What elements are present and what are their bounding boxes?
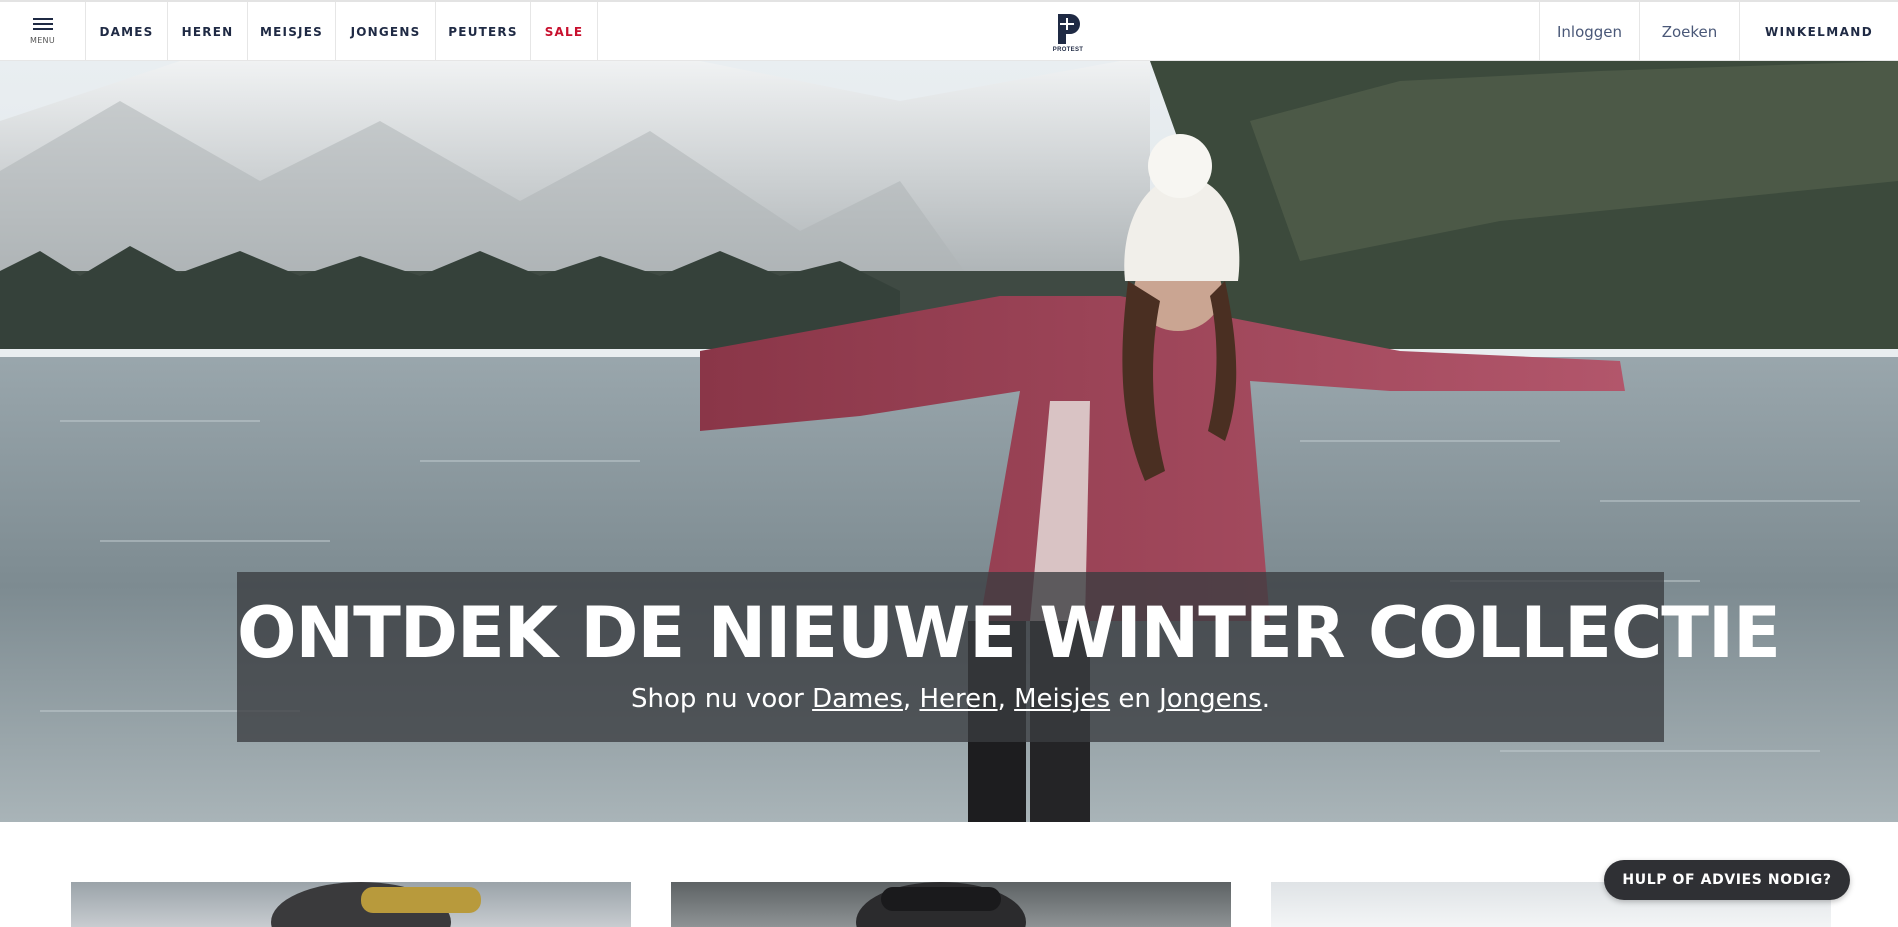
category-card-1[interactable] [71,882,631,927]
help-advice-button[interactable]: HULP OF ADVIES NODIG? [1604,860,1850,900]
nav-dames-label: DAMES [99,24,154,39]
protest-logo[interactable]: PROTEST [1053,12,1083,54]
search-label: Zoeken [1661,22,1718,41]
nav-peuters-label: PEUTERS [448,24,518,39]
hamburger-icon [32,18,53,33]
menu-button[interactable]: MENU [0,2,86,61]
nav-sale-label: SALE [544,24,584,39]
hero-sep-3: en [1110,684,1160,714]
category-card-2[interactable] [671,882,1231,927]
nav-heren[interactable]: HEREN [168,2,248,61]
nav-peuters[interactable]: PEUTERS [436,2,531,61]
hero-link-dames[interactable]: Dames [812,684,903,714]
hero-sub-suffix: . [1261,684,1270,714]
hero-subtitle: Shop nu voor Dames, Heren, Meisjes en Jo… [237,684,1664,714]
nav-dames[interactable]: DAMES [86,2,168,61]
nav-meisjes-label: MEISJES [260,24,323,39]
nav-meisjes[interactable]: MEISJES [248,2,336,61]
menu-label: MENU [30,36,55,45]
card-image-2 [856,882,1026,927]
hero-link-heren[interactable]: Heren [919,684,997,714]
nav-jongens-label: JONGENS [350,24,421,39]
hero-sep-2: , [997,684,1015,714]
site-header: MENU DAMES HEREN MEISJES JONGENS PEUTERS… [0,2,1898,61]
nav-sale[interactable]: SALE [531,2,598,61]
search-link[interactable]: Zoeken [1639,2,1739,61]
hero-title: ONTDEK DE NIEUWE WINTER COLLECTIE [237,592,1781,674]
nav-heren-label: HEREN [181,24,234,39]
hero-link-jongens[interactable]: Jongens [1159,684,1262,714]
hero-banner[interactable]: ONTDEK DE NIEUWE WINTER COLLECTIE Shop n… [0,61,1898,822]
logo-text: PROTEST [1052,47,1084,53]
hero-link-meisjes[interactable]: Meisjes [1014,684,1110,714]
hero-sep-1: , [902,684,920,714]
hero-sub-prefix: Shop nu voor [631,684,813,714]
card-image-1 [271,882,481,927]
cart-label: WINKELMAND [1764,24,1874,39]
login-label: Inloggen [1556,22,1623,41]
cart-link[interactable]: WINKELMAND [1739,2,1898,61]
nav-jongens[interactable]: JONGENS [336,2,436,61]
hero-caption-box: ONTDEK DE NIEUWE WINTER COLLECTIE Shop n… [237,572,1781,742]
login-link[interactable]: Inloggen [1539,2,1639,61]
logo-mark [1058,14,1080,44]
